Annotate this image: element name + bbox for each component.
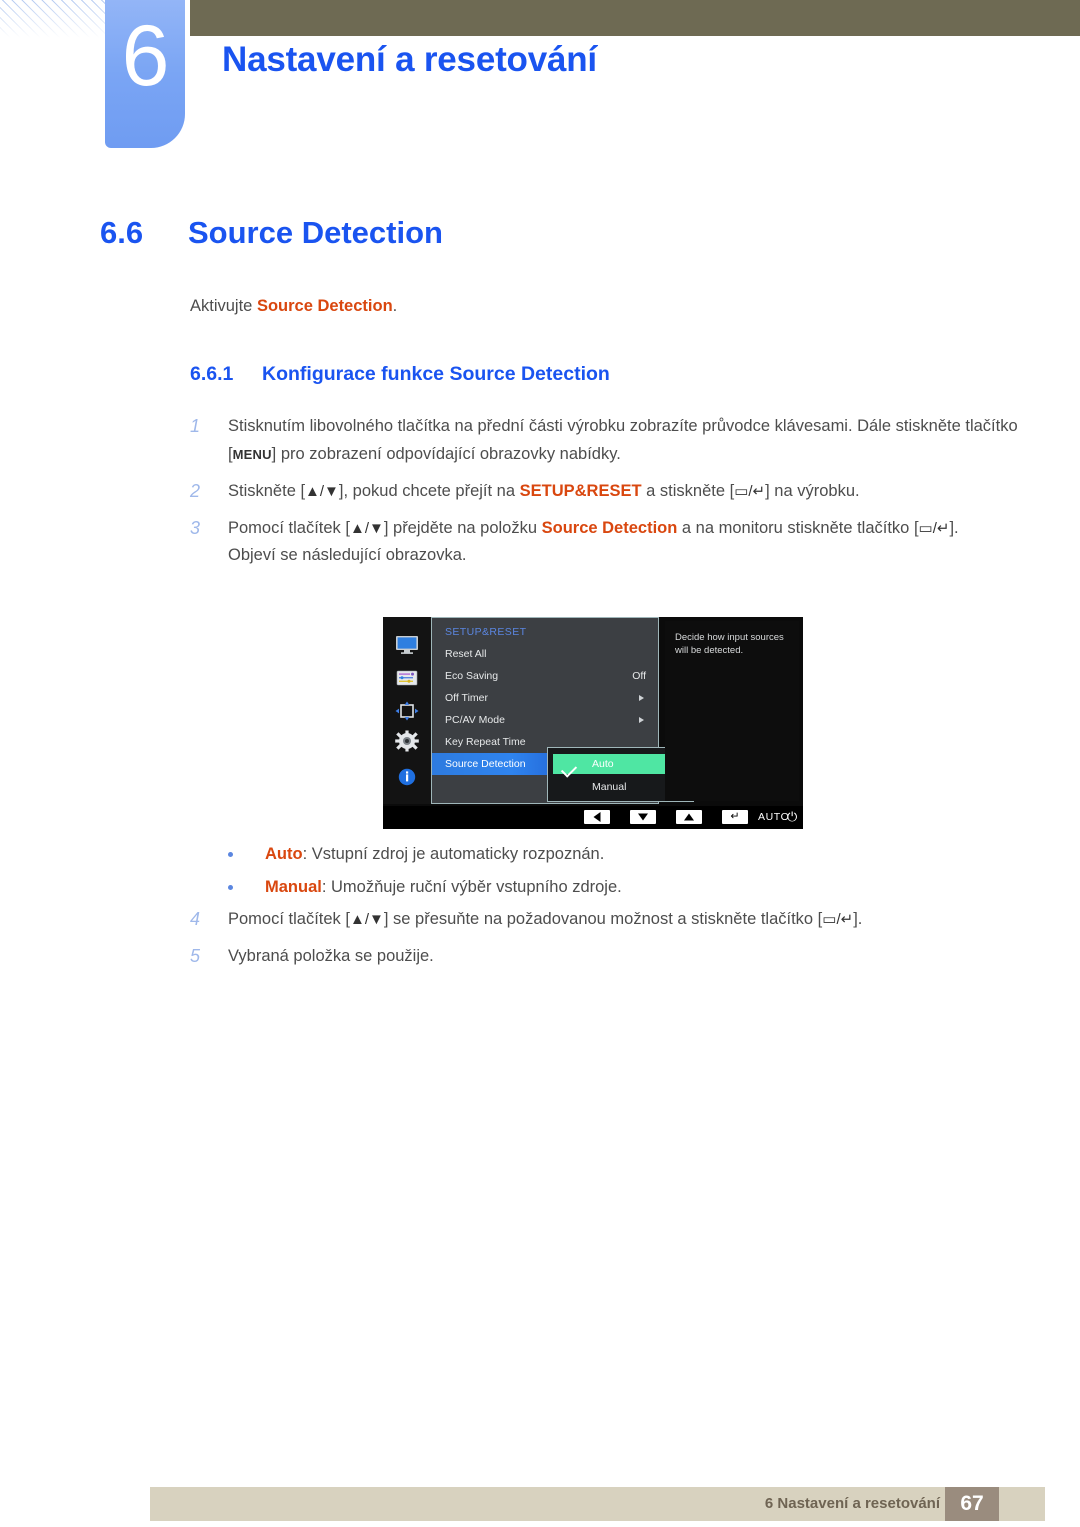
- option-description-text: : Umožňuje ruční výběr vstupního zdroje.: [321, 878, 622, 896]
- step-text: a na monitoru stiskněte tlačítko [: [677, 519, 919, 537]
- step-number: 3: [190, 518, 201, 538]
- osd-row-label: PC/AV Mode: [445, 714, 505, 726]
- step-number: 2: [190, 481, 201, 501]
- button-glyph: ▭/↵: [822, 911, 854, 928]
- osd-description-panel: Decide how input sources will be detecte…: [665, 621, 799, 801]
- osd-up-button[interactable]: [676, 810, 702, 824]
- menu-keyword: SETUP&RESET: [519, 482, 642, 500]
- procedure-steps-list: 1 Stisknutím libovolného tlačítka na před…: [190, 412, 1020, 577]
- osd-row-label: Source Detection: [445, 758, 526, 770]
- left-arrow-icon: [593, 812, 601, 822]
- step-text: a stiskněte [: [641, 482, 735, 500]
- osd-row-label: Off Timer: [445, 692, 488, 704]
- information-icon[interactable]: [394, 766, 420, 788]
- osd-button-bar: ↵ AUTO ⏻: [383, 806, 803, 829]
- intro-after: .: [392, 297, 398, 315]
- procedure-steps-list-continued: 4 Pomocí tlačítek [▲/▼] se přesuňte na po…: [190, 905, 1020, 978]
- keycap-label: MENU: [232, 447, 272, 462]
- procedure-step: 1 Stisknutím libovolného tlačítka na před…: [190, 412, 1020, 469]
- setup-gear-icon[interactable]: [394, 730, 420, 752]
- osd-row-label: Key Repeat Time: [445, 736, 526, 748]
- step-text: ].: [853, 910, 863, 928]
- section-number: 6.6: [100, 215, 144, 250]
- step-text: Vybraná položka se použije.: [228, 947, 434, 965]
- checkmark-icon: [560, 761, 578, 778]
- osd-down-button[interactable]: [630, 810, 656, 824]
- step-text: Pomocí tlačítek [: [228, 519, 350, 537]
- step-note: Objeví se následující obrazovka.: [228, 546, 467, 564]
- screen-adjust-icon[interactable]: [394, 700, 420, 722]
- step-text: ] přejděte na položku: [383, 519, 542, 537]
- osd-row-off-timer[interactable]: Off Timer: [432, 687, 658, 709]
- osd-back-button[interactable]: [584, 810, 610, 824]
- option-descriptions-list: Auto: Vstupní zdroj je automaticky rozpo…: [228, 838, 1008, 904]
- osd-power-button[interactable]: ⏻: [787, 810, 797, 824]
- intro-before: Aktivujte: [190, 297, 257, 315]
- procedure-step: 4 Pomocí tlačítek [▲/▼] se přesuňte na po…: [190, 905, 1020, 934]
- section-heading: 6.6 Source Detection: [100, 215, 443, 251]
- step-number: 4: [190, 909, 201, 929]
- osd-row-label: Reset All: [445, 648, 487, 660]
- step-number: 1: [190, 416, 201, 436]
- up-arrow-icon: [684, 813, 694, 821]
- osd-description-text: Decide how input sources will be detecte…: [675, 632, 784, 656]
- osd-row-reset-all[interactable]: Reset All: [432, 643, 658, 665]
- subsection-heading: 6.6.1 Konfigurace funkce Source Detection: [190, 363, 610, 386]
- osd-menu-screenshot: SETUP&RESET Reset All Eco Saving Off Off…: [383, 617, 803, 829]
- section-title-text: Source Detection: [188, 215, 443, 250]
- option-term: Auto: [265, 845, 303, 863]
- menu-keyword: Source Detection: [541, 519, 678, 537]
- osd-auto-button[interactable]: AUTO: [758, 810, 789, 824]
- procedure-step: 3 Pomocí tlačítek [▲/▼] přejděte na polož…: [190, 514, 1020, 569]
- subsection-number: 6.6.1: [190, 363, 234, 385]
- footer-page-number: 67: [945, 1487, 999, 1521]
- section-intro: Aktivujte Source Detection.: [190, 297, 397, 316]
- procedure-step: 2 Stiskněte [▲/▼], pokud chcete přejít na…: [190, 477, 1020, 506]
- button-glyph: ▭/↵: [734, 483, 766, 500]
- osd-icon-column: [383, 617, 431, 804]
- button-glyph: ▭/↵: [918, 520, 950, 537]
- page-header: 6 Nastavení a resetování: [0, 0, 1080, 160]
- page-footer: 6 Nastavení a resetování 67: [150, 1487, 1045, 1521]
- osd-menu-title: SETUP&RESET: [445, 626, 527, 638]
- step-text: ], pokud chcete přejít na: [338, 482, 520, 500]
- option-description-text: : Vstupní zdroj je automaticky rozpoznán…: [302, 845, 605, 863]
- osd-row-pc-av-mode[interactable]: PC/AV Mode: [432, 709, 658, 731]
- osd-submenu-option-label: Auto: [592, 758, 614, 770]
- down-arrow-icon: [638, 813, 648, 821]
- picture-icon[interactable]: [394, 667, 420, 689]
- intro-keyword: Source Detection: [256, 297, 393, 315]
- enter-icon: ↵: [730, 810, 740, 823]
- osd-submenu-option-label: Manual: [592, 781, 627, 793]
- button-glyph: ▲/▼: [305, 483, 339, 500]
- step-text: ] na výrobku.: [765, 482, 860, 500]
- osd-row-value: Off: [632, 670, 646, 682]
- submenu-arrow-icon: [639, 717, 644, 723]
- osd-enter-button[interactable]: ↵: [722, 810, 748, 824]
- chapter-number-badge: 6: [105, 0, 185, 148]
- subsection-title-text: Konfigurace funkce Source Detection: [262, 363, 610, 385]
- osd-row-label: Eco Saving: [445, 670, 499, 682]
- submenu-arrow-icon: [639, 695, 644, 701]
- procedure-step: 5 Vybraná položka se použije.: [190, 942, 1020, 970]
- display-icon[interactable]: [394, 634, 420, 656]
- osd-row-eco-saving[interactable]: Eco Saving Off: [432, 665, 658, 687]
- button-glyph: ▲/▼: [349, 911, 384, 928]
- step-text: Stiskněte [: [228, 482, 306, 500]
- step-text: ].: [949, 519, 959, 537]
- step-number: 5: [190, 946, 201, 966]
- option-description-item: Auto: Vstupní zdroj je automaticky rozpo…: [228, 838, 1008, 871]
- button-glyph: ▲/▼: [349, 520, 384, 537]
- chapter-title: Nastavení a resetování: [222, 40, 597, 79]
- step-text: ] se přesuňte na požadovanou možnost a s…: [383, 910, 823, 928]
- footer-chapter-label: 6 Nastavení a resetování: [764, 1495, 940, 1512]
- header-olive-bar: [190, 0, 1080, 36]
- step-text: ] pro zobrazení odpovídající obrazovky n…: [271, 445, 621, 463]
- step-text: Pomocí tlačítek [: [228, 910, 350, 928]
- option-description-item: Manual: Umožňuje ruční výběr vstupního z…: [228, 871, 1008, 904]
- option-term: Manual: [265, 878, 322, 896]
